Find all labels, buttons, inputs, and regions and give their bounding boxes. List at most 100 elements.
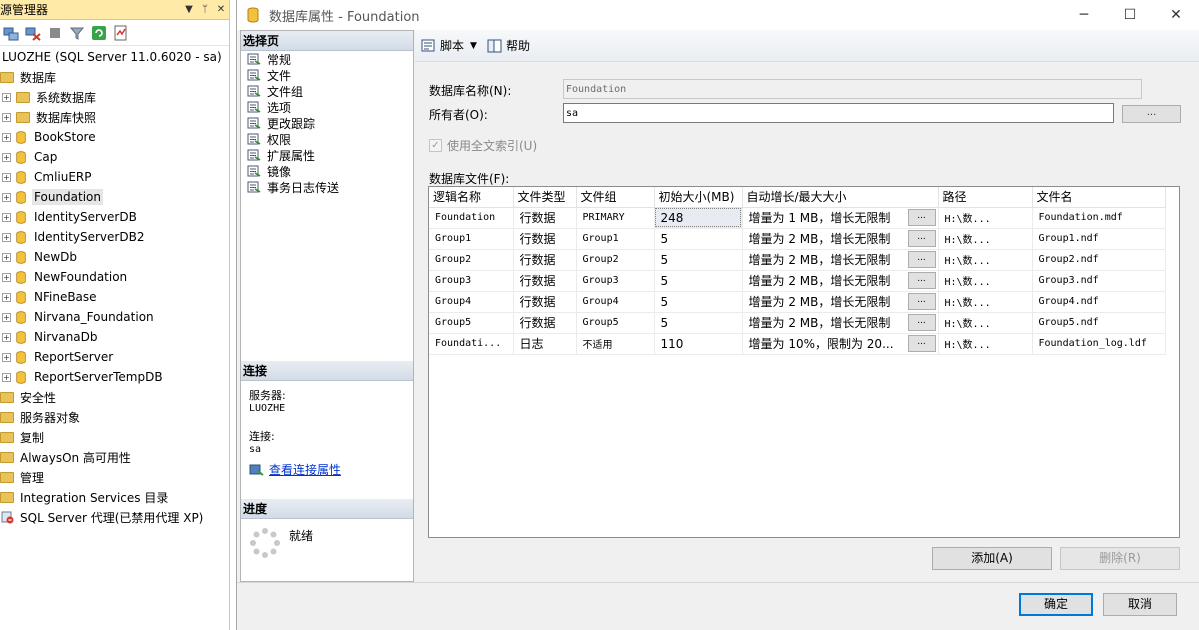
grid-cell[interactable]: Group3.ndf [1032, 270, 1166, 292]
grid-cell-autogrowth[interactable]: 增量为 2 MB，增长无限制... [742, 270, 939, 292]
database-node[interactable]: + IdentityServerDB2 [0, 227, 229, 247]
autogrowth-browse-button[interactable]: ... [907, 314, 936, 331]
expand-icon[interactable]: + [2, 92, 11, 102]
grid-cell[interactable]: 5 [654, 312, 743, 334]
grid-cell[interactable]: 行数据 [513, 207, 577, 229]
grid-cell[interactable]: 行数据 [513, 249, 577, 271]
expand-icon[interactable]: + [2, 132, 11, 142]
grid-cell-autogrowth[interactable]: 增量为 2 MB，增长无限制... [742, 228, 939, 250]
autogrowth-browse-button[interactable]: ... [907, 251, 936, 268]
grid-cell[interactable]: 248 [654, 207, 743, 229]
cancel-button[interactable]: 取消 [1103, 593, 1177, 616]
expand-icon[interactable]: + [2, 232, 11, 242]
grid-cell[interactable]: H:\数... [938, 249, 1033, 271]
server-folder-node[interactable]: 管理 [0, 467, 229, 487]
grid-cell[interactable]: Foundati... [429, 333, 514, 355]
page-item[interactable]: 事务日志传送 [241, 179, 413, 195]
expand-icon[interactable]: + [2, 192, 11, 202]
grid-cell[interactable]: Foundation.mdf [1032, 207, 1166, 229]
expand-icon[interactable]: + [2, 172, 11, 182]
grid-column-header[interactable]: 文件名 [1032, 187, 1166, 208]
grid-column-header[interactable]: 文件组 [576, 187, 655, 208]
add-button[interactable]: 添加(A) [932, 547, 1052, 570]
grid-cell[interactable]: Group2 [429, 249, 514, 271]
grid-cell[interactable]: H:\数... [938, 333, 1033, 355]
grid-cell[interactable]: H:\数... [938, 228, 1033, 250]
table-row[interactable]: Group2 行数据 Group2 5 增量为 2 MB，增长无限制... H:\数...… [429, 249, 1166, 271]
script-button[interactable]: 脚本 [421, 37, 464, 54]
grid-column-header[interactable]: 路径 [938, 187, 1033, 208]
database-node[interactable]: + Foundation [0, 187, 229, 207]
page-item[interactable]: 更改跟踪 [241, 115, 413, 131]
grid-cell-autogrowth[interactable]: 增量为 1 MB，增长无限制... [742, 207, 939, 229]
grid-cell[interactable]: Group4 [576, 291, 655, 313]
server-folder-node[interactable]: 服务器对象 [0, 407, 229, 427]
database-node[interactable]: + NewDb [0, 247, 229, 267]
expand-icon[interactable]: + [2, 252, 11, 262]
page-item[interactable]: 权限 [241, 131, 413, 147]
page-item[interactable]: 常规 [241, 51, 413, 67]
grid-cell[interactable]: Group2.ndf [1032, 249, 1166, 271]
autogrowth-browse-button[interactable]: ... [907, 293, 936, 310]
grid-cell[interactable]: 5 [654, 291, 743, 313]
databases-node[interactable]: 数据库 [0, 67, 229, 87]
grid-cell[interactable]: 行数据 [513, 312, 577, 334]
database-node[interactable]: + Cap [0, 147, 229, 167]
grid-cell[interactable]: 日志 [513, 333, 577, 355]
server-folder-node[interactable]: 复制 [0, 427, 229, 447]
grid-cell[interactable]: Group2 [576, 249, 655, 271]
database-node[interactable]: + BookStore [0, 127, 229, 147]
help-button[interactable]: 帮助 [487, 37, 530, 54]
autogrowth-browse-button[interactable]: ... [907, 335, 936, 352]
database-node[interactable]: + NewFoundation [0, 267, 229, 287]
minimize-button[interactable]: ─ [1061, 0, 1107, 30]
page-item[interactable]: 选项 [241, 99, 413, 115]
grid-cell[interactable]: 5 [654, 270, 743, 292]
expand-icon[interactable]: + [2, 212, 11, 222]
dropdown-icon[interactable]: ▼ [181, 4, 197, 15]
page-item[interactable]: 扩展属性 [241, 147, 413, 163]
delete-button[interactable]: 删除(R) [1060, 547, 1180, 570]
expand-icon[interactable]: + [2, 112, 11, 122]
grid-cell[interactable]: H:\数... [938, 207, 1033, 229]
grid-cell[interactable]: 5 [654, 228, 743, 250]
grid-column-header[interactable]: 自动增长/最大大小 [742, 187, 939, 208]
filter-icon[interactable] [68, 24, 86, 42]
table-row[interactable]: Group5 行数据 Group5 5 增量为 2 MB，增长无限制... H:\数...… [429, 312, 1166, 334]
database-node[interactable]: + NirvanaDb [0, 327, 229, 347]
close-icon[interactable]: ✕ [213, 4, 229, 15]
close-button[interactable]: ✕ [1153, 0, 1199, 30]
server-node[interactable]: LUOZHE (SQL Server 11.0.6020 - sa) [0, 47, 229, 67]
grid-cell[interactable]: H:\数... [938, 312, 1033, 334]
grid-cell[interactable]: H:\数... [938, 270, 1033, 292]
database-node[interactable]: + CmliuERP [0, 167, 229, 187]
grid-cell[interactable]: 行数据 [513, 291, 577, 313]
grid-cell[interactable]: Group5 [576, 312, 655, 334]
expand-icon[interactable]: + [2, 372, 11, 382]
connect-icon[interactable] [2, 24, 20, 42]
table-row[interactable]: Group4 行数据 Group4 5 增量为 2 MB，增长无限制... H:\数...… [429, 291, 1166, 313]
table-row[interactable]: Foundation 行数据 PRIMARY 248 增量为 1 MB，增长无限制...… [429, 207, 1166, 229]
owner-browse-button[interactable]: ... [1122, 105, 1181, 123]
table-row[interactable]: Group1 行数据 Group1 5 增量为 2 MB，增长无限制... H:\数...… [429, 228, 1166, 250]
ok-button[interactable]: 确定 [1019, 593, 1093, 616]
grid-cell-autogrowth[interactable]: 增量为 2 MB，增长无限制... [742, 249, 939, 271]
disconnect-icon[interactable] [24, 24, 42, 42]
database-node[interactable]: + Nirvana_Foundation [0, 307, 229, 327]
expand-icon[interactable]: + [2, 312, 11, 322]
autogrowth-browse-button[interactable]: ... [907, 209, 936, 226]
maximize-button[interactable]: ☐ [1107, 0, 1153, 30]
expand-icon[interactable]: + [2, 332, 11, 342]
grid-cell[interactable]: 110 [654, 333, 743, 355]
sql-agent-node[interactable]: SQL Server 代理(已禁用代理 XP) [0, 507, 229, 527]
grid-cell[interactable]: 行数据 [513, 228, 577, 250]
grid-cell[interactable]: Group1.ndf [1032, 228, 1166, 250]
grid-column-header[interactable]: 逻辑名称 [429, 187, 514, 208]
activity-monitor-icon[interactable] [112, 24, 130, 42]
refresh-icon[interactable] [90, 24, 108, 42]
server-folder-node[interactable]: AlwaysOn 高可用性 [0, 447, 229, 467]
owner-input[interactable] [563, 103, 1114, 123]
expand-icon[interactable]: + [2, 292, 11, 302]
grid-cell[interactable]: Group5 [429, 312, 514, 334]
grid-cell[interactable]: Group1 [576, 228, 655, 250]
